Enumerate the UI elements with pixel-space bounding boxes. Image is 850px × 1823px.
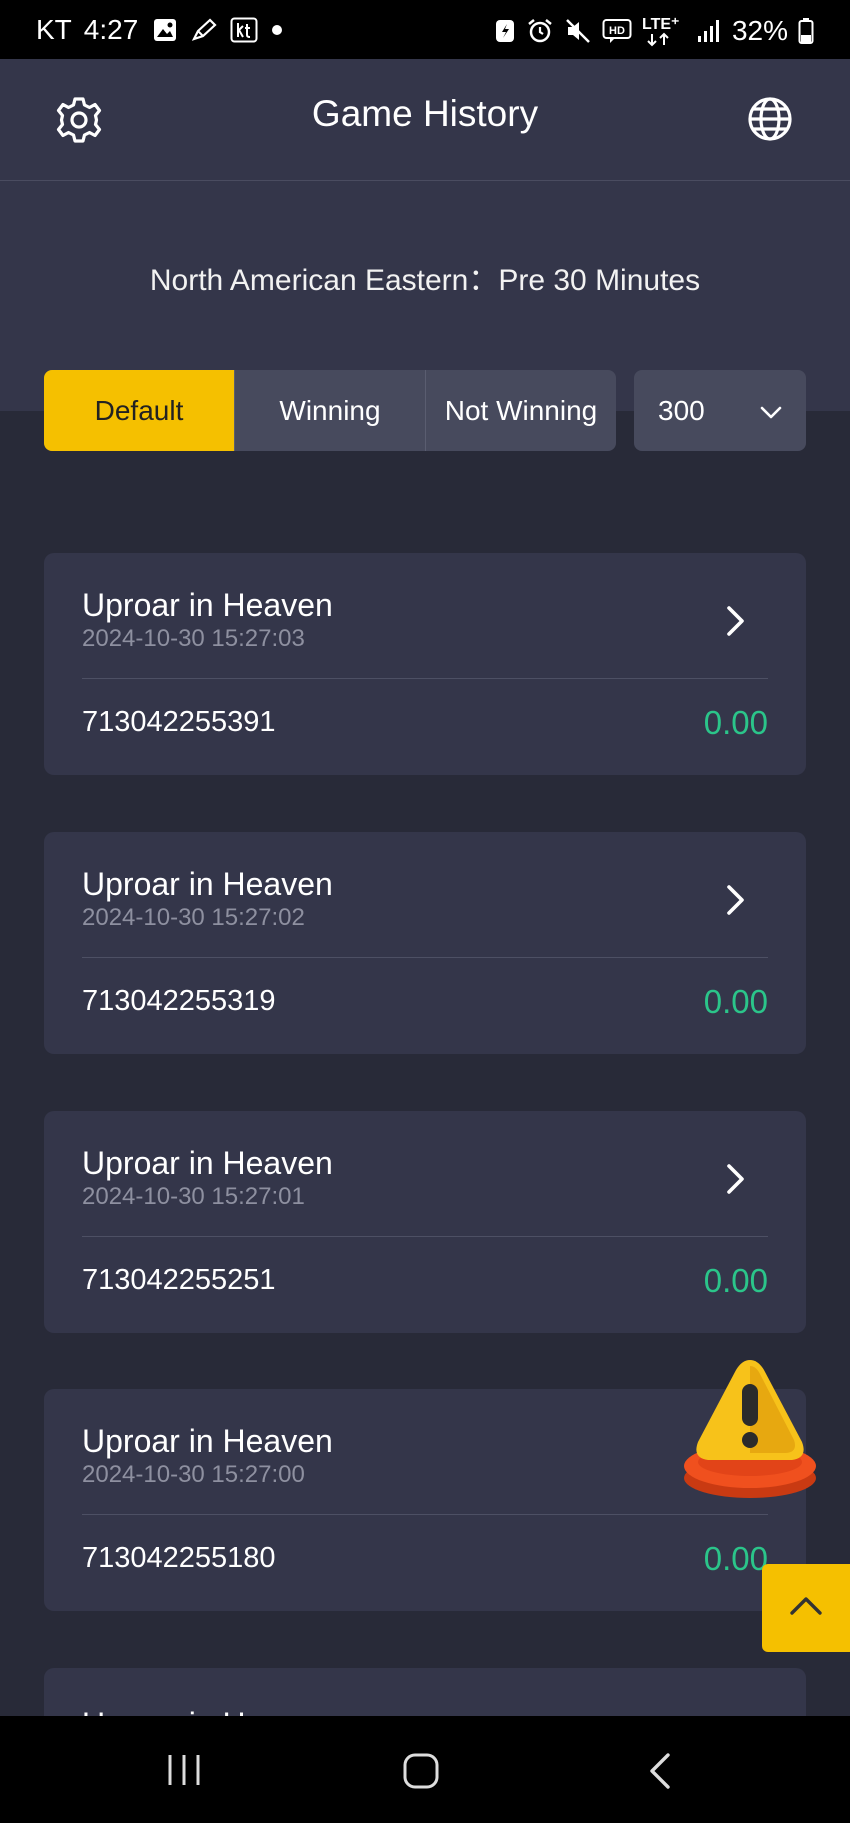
game-time: 2024-10-30 15:27:01 xyxy=(82,1183,305,1210)
round-id: 713042255180 xyxy=(82,1542,276,1574)
mute-icon xyxy=(564,17,592,45)
game-name: Uproar in Heaven xyxy=(82,866,333,902)
game-name: Uproar in Heaven xyxy=(82,1145,333,1181)
gallery-icon xyxy=(152,17,178,43)
tab-default[interactable]: Default xyxy=(44,370,234,451)
svg-text:LTE⁺: LTE⁺ xyxy=(642,16,679,33)
carrier-label: KT xyxy=(36,14,72,45)
win-amount: 0.00 xyxy=(703,704,768,741)
lte-icon: LTE⁺ xyxy=(642,14,686,48)
svg-text:HD: HD xyxy=(609,25,625,37)
game-time: 2024-10-30 15:27:03 xyxy=(82,625,305,652)
hd-voice-icon: HD xyxy=(602,18,632,44)
recent-apps-icon[interactable] xyxy=(166,1752,202,1793)
game-name: Uproar in Heaven xyxy=(82,587,333,623)
round-id: 713042255319 xyxy=(82,985,276,1017)
chevron-right-icon[interactable] xyxy=(720,882,750,918)
clock: 4:27 xyxy=(83,14,139,45)
result-filter: Default Winning Not Winning xyxy=(44,370,616,451)
system-nav-bar xyxy=(0,1716,850,1823)
win-amount: 0.00 xyxy=(703,1540,768,1577)
alarm-icon xyxy=(526,17,554,45)
game-time: 2024-10-30 15:27:00 xyxy=(82,1461,305,1488)
record-count-value: 300 xyxy=(658,394,705,426)
history-card[interactable]: Uproar in Heaven 2024-10-30 15:27:03 713… xyxy=(44,553,806,775)
battery-percent: 32% xyxy=(731,15,788,46)
status-bar: KT 4:27 HD LTE⁺ 32% xyxy=(0,0,850,59)
home-icon[interactable] xyxy=(402,1752,440,1795)
history-card[interactable]: Uproar in Heaven 2024-10-30 15:27:02 713… xyxy=(44,832,806,1054)
history-card[interactable]: Uproar in Heaven 2024-10-30 15:27:01 713… xyxy=(44,1111,806,1333)
game-time: 2024-10-30 15:27:02 xyxy=(82,904,305,931)
tab-winning[interactable]: Winning xyxy=(234,370,425,451)
pen-icon xyxy=(190,17,218,43)
battery-icon xyxy=(798,17,814,45)
round-id: 713042255251 xyxy=(82,1264,276,1296)
chevron-up-icon xyxy=(788,1595,824,1622)
win-amount: 0.00 xyxy=(703,1262,768,1299)
divider xyxy=(82,1236,768,1237)
tab-not-winning[interactable]: Not Winning xyxy=(425,370,616,451)
win-amount: 0.00 xyxy=(703,983,768,1020)
divider xyxy=(82,678,768,679)
app-header: Game History xyxy=(0,59,850,181)
notification-dot-icon xyxy=(270,23,284,37)
divider xyxy=(82,1514,768,1515)
globe-icon[interactable] xyxy=(746,95,794,143)
record-count-select[interactable]: 300 xyxy=(634,370,806,451)
warning-icon[interactable] xyxy=(682,1356,818,1500)
game-name: Uproar in Heaven xyxy=(82,1423,333,1459)
back-icon[interactable] xyxy=(646,1752,674,1795)
scroll-to-top-button[interactable] xyxy=(762,1564,850,1652)
battery-saver-icon xyxy=(494,17,516,45)
chevron-right-icon[interactable] xyxy=(720,1161,750,1197)
chevron-down-icon xyxy=(760,395,782,427)
timezone-label: North American Eastern：Pre 30 Minutes xyxy=(149,264,701,297)
page-title: Game History xyxy=(311,93,539,134)
divider xyxy=(82,957,768,958)
chevron-right-icon[interactable] xyxy=(720,603,750,639)
kt-app-icon xyxy=(230,17,258,43)
signal-icon xyxy=(696,18,722,44)
round-id: 713042255391 xyxy=(82,706,276,738)
